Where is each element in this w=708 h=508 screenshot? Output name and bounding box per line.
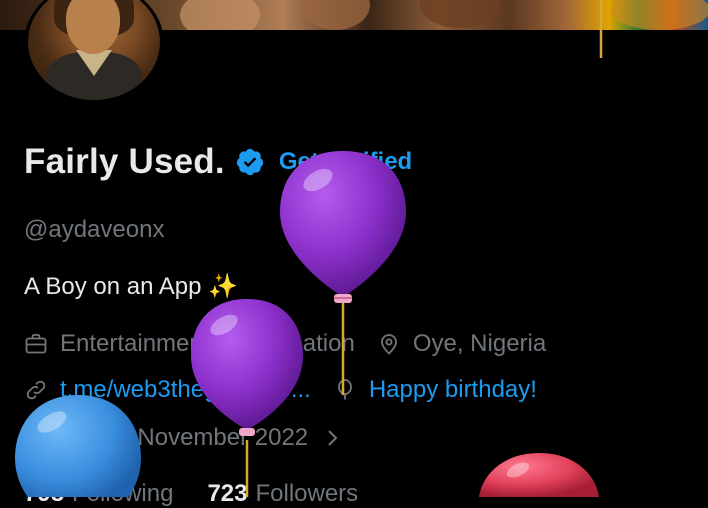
following-label: Following [72, 480, 174, 507]
profile-category: Entertainment & Recreation [60, 330, 355, 357]
verified-badge-icon[interactable] [235, 147, 265, 177]
profile-name-row: Fairly Used. Get Verified [24, 142, 412, 182]
link-icon [24, 378, 48, 402]
briefcase-icon [24, 332, 48, 356]
red-balloon-icon [479, 453, 599, 497]
joined-date: Joined November 2022 [60, 424, 309, 451]
followers-link[interactable]: 723 Followers [207, 480, 358, 508]
avatar[interactable] [24, 0, 164, 104]
purple-balloon-icon [280, 151, 406, 395]
followers-count: 723 [207, 480, 248, 507]
location-pin-icon [377, 332, 401, 356]
get-verified-link[interactable]: Get Verified [279, 148, 412, 176]
profile-location: Oye, Nigeria [412, 330, 547, 357]
profile-bio: A Boy on an App ✨ [24, 273, 239, 300]
avatar-image [28, 0, 160, 100]
birthday-text[interactable]: Happy birthday! [369, 376, 537, 404]
profile-meta-row: t.me/web3thegoodthe... Happy birthday! [24, 376, 537, 404]
chevron-right-icon[interactable] [320, 426, 344, 450]
profile-link[interactable]: t.me/web3thegoodthe... [60, 376, 311, 404]
profile-meta-row: Joined November 2022 [24, 424, 356, 452]
calendar-icon [24, 426, 48, 450]
followers-label: Followers [255, 480, 359, 507]
balloon-icon [333, 378, 357, 402]
profile-name: Fairly Used. [24, 142, 225, 181]
following-count: 798 [24, 480, 65, 507]
profile-meta-row: Entertainment & Recreation Oye, Nigeria [24, 330, 546, 358]
following-link[interactable]: 798 Following [24, 480, 173, 508]
profile-handle: @aydaveonx [24, 216, 165, 243]
follow-counts: 798 Following 723 Followers [24, 480, 358, 508]
